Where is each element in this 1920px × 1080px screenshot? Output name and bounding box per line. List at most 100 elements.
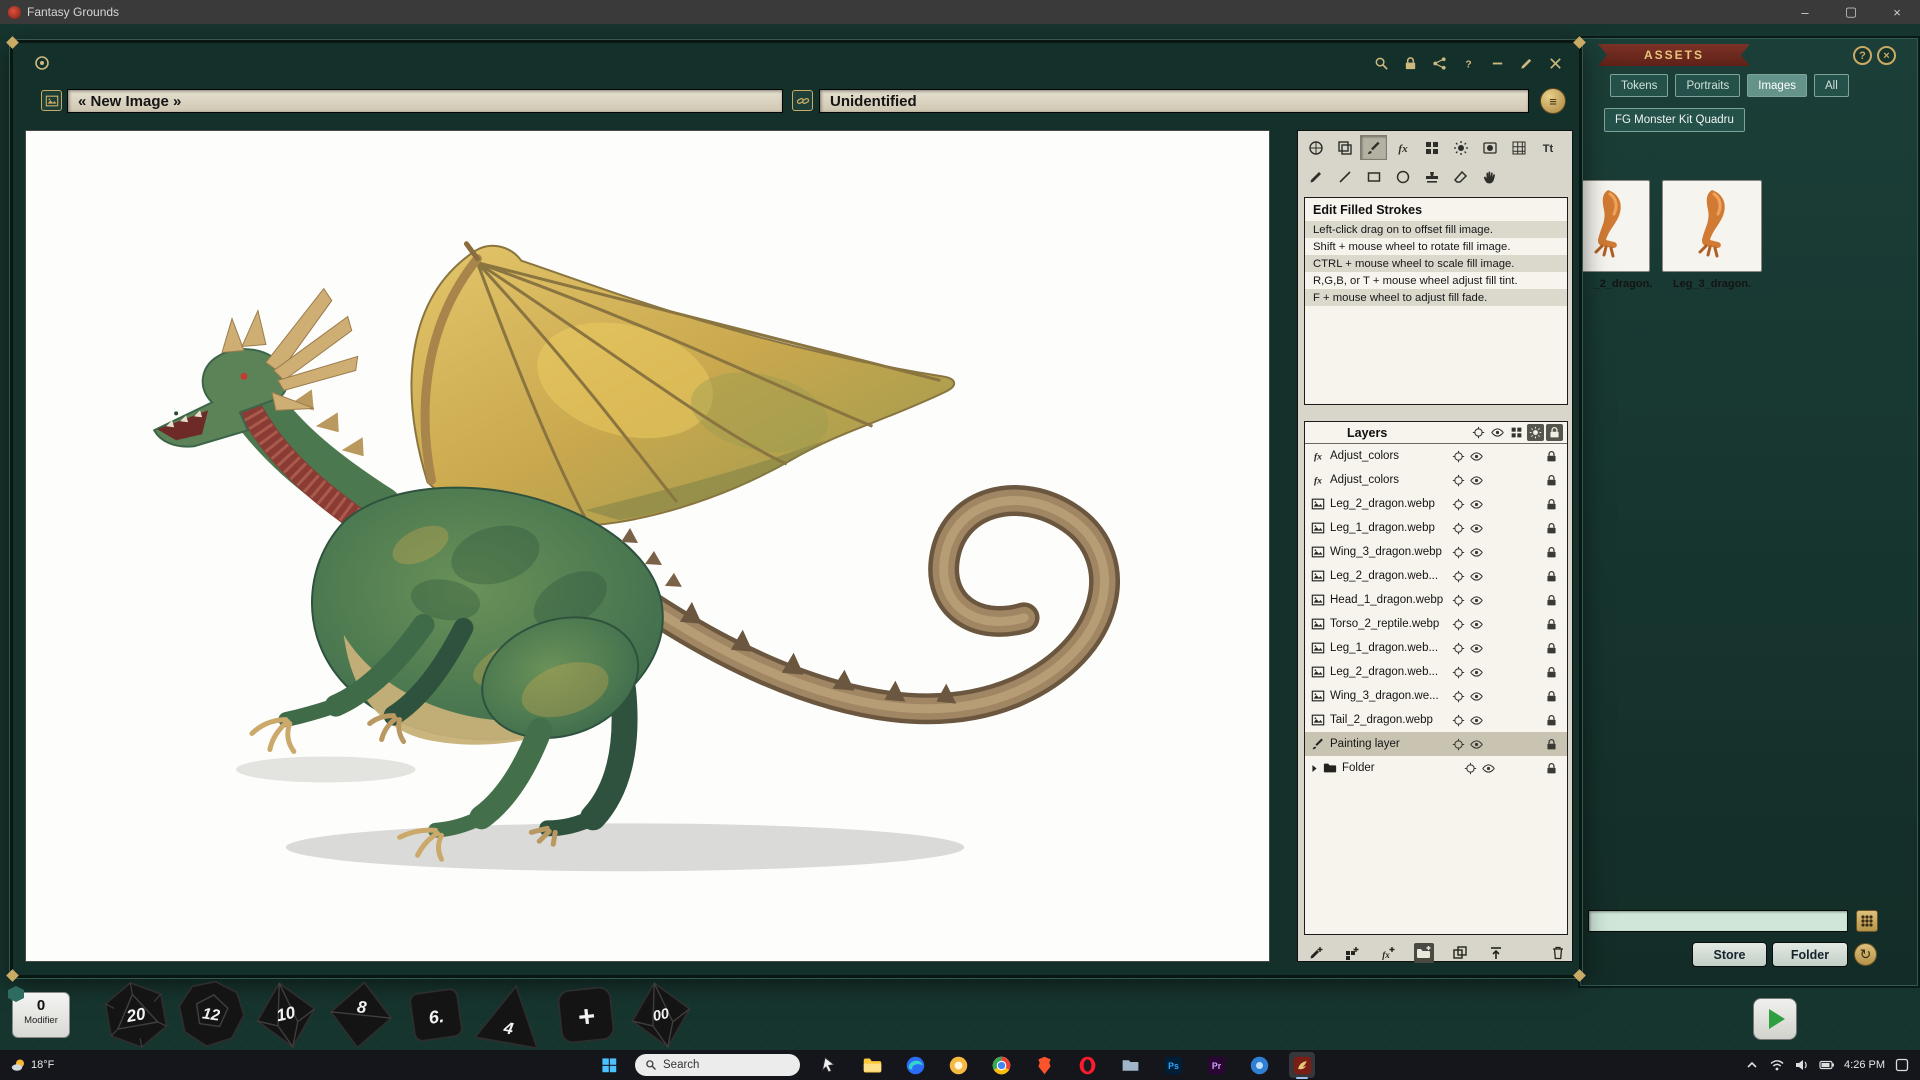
crosshair-button[interactable] — [1470, 424, 1487, 441]
layer-lock-button[interactable] — [1543, 760, 1559, 776]
layer-target-button[interactable] — [1450, 496, 1466, 512]
layer-row[interactable]: Leg_1_dragon.webp — [1305, 516, 1567, 540]
layer-row[interactable]: Leg_2_dragon.web... — [1305, 660, 1567, 684]
taskbar-app-browser-orange[interactable] — [945, 1052, 971, 1078]
layer-visibility-button[interactable] — [1468, 472, 1484, 488]
die-d10[interactable]: 10 — [250, 979, 322, 1051]
brightness-button[interactable] — [1447, 135, 1474, 160]
lock-button[interactable] — [1546, 424, 1563, 441]
weather-widget[interactable]: 18°F — [10, 1050, 54, 1080]
layer-target-button[interactable] — [1450, 664, 1466, 680]
assets-tab-all[interactable]: All — [1814, 74, 1849, 97]
store-button[interactable]: Store — [1692, 942, 1767, 967]
launch-button[interactable] — [1753, 998, 1797, 1040]
expand-icon[interactable] — [1309, 763, 1320, 774]
assets-close-button[interactable]: × — [1877, 46, 1896, 65]
assets-tab-images[interactable]: Images — [1747, 74, 1807, 97]
layer-row[interactable]: fx Adjust_colors — [1305, 444, 1567, 468]
pencil-button[interactable] — [1302, 164, 1329, 189]
radial-menu-button[interactable] — [1856, 910, 1878, 932]
grid-button[interactable] — [1505, 135, 1532, 160]
layer-row[interactable]: Leg_2_dragon.webp — [1305, 492, 1567, 516]
raise-button[interactable] — [1486, 943, 1506, 963]
layer-visibility-button[interactable] — [1468, 496, 1484, 512]
line-button[interactable] — [1331, 164, 1358, 189]
image-field-button[interactable] — [41, 90, 62, 111]
die-d20[interactable]: 20 — [100, 979, 172, 1051]
close-button[interactable]: × — [1874, 0, 1920, 24]
die-d100[interactable]: 00 — [625, 979, 697, 1051]
edit-button[interactable] — [1516, 53, 1536, 73]
taskbar-app-fantasy-grounds[interactable] — [1289, 1052, 1315, 1078]
fx-button[interactable]: fx — [1389, 135, 1416, 160]
layer-row[interactable]: Wing_3_dragon.we... — [1305, 684, 1567, 708]
layer-target-button[interactable] — [1450, 472, 1466, 488]
layer-visibility-button[interactable] — [1468, 568, 1484, 584]
die-d6[interactable]: 6. — [400, 979, 472, 1051]
lock-button[interactable] — [1400, 53, 1420, 73]
rectangle-button[interactable] — [1360, 164, 1387, 189]
layer-lock-button[interactable] — [1543, 712, 1559, 728]
layer-row[interactable]: Wing_3_dragon.webp — [1305, 540, 1567, 564]
taskbar-app-app-blue[interactable] — [1246, 1052, 1272, 1078]
battery-icon[interactable] — [1819, 1057, 1835, 1073]
paintbrush-button[interactable] — [1360, 135, 1387, 160]
taskbar-app-photoshop[interactable]: Ps — [1160, 1052, 1186, 1078]
zoom-button[interactable] — [1371, 53, 1391, 73]
layer-target-button[interactable] — [1450, 544, 1466, 560]
layers-button[interactable] — [1331, 135, 1358, 160]
layer-target-button[interactable] — [1462, 760, 1478, 776]
modifier-box[interactable]: 0 Modifier — [12, 992, 70, 1038]
layer-target-button[interactable] — [1450, 736, 1466, 752]
layer-lock-button[interactable] — [1543, 472, 1559, 488]
layer-visibility-button[interactable] — [1468, 640, 1484, 656]
share-button[interactable] — [1429, 53, 1449, 73]
taskbar-app-cursor[interactable] — [816, 1052, 842, 1078]
clock[interactable]: 4:26 PM — [1844, 1059, 1885, 1071]
new-folder-button[interactable] — [1414, 943, 1434, 963]
assets-help-button[interactable]: ? — [1853, 46, 1872, 65]
tiles-button[interactable] — [1508, 424, 1525, 441]
link-field-button[interactable] — [792, 90, 813, 111]
layer-visibility-button[interactable] — [1468, 712, 1484, 728]
die-d8[interactable]: 8 — [325, 979, 397, 1051]
image-name-field[interactable]: « New Image » — [67, 89, 783, 113]
folder-button[interactable]: Folder — [1772, 942, 1848, 967]
layer-lock-button[interactable] — [1543, 592, 1559, 608]
layer-target-button[interactable] — [1450, 640, 1466, 656]
wifi-icon[interactable] — [1769, 1057, 1785, 1073]
layer-row[interactable]: Head_1_dragon.webp — [1305, 588, 1567, 612]
chevron-up-icon[interactable] — [1744, 1057, 1760, 1073]
assets-tab-portraits[interactable]: Portraits — [1675, 74, 1740, 97]
add-fx-button[interactable]: fx — [1378, 943, 1398, 963]
layer-target-button[interactable] — [1450, 616, 1466, 632]
layer-lock-button[interactable] — [1543, 688, 1559, 704]
layer-row[interactable]: Tail_2_dragon.webp — [1305, 708, 1567, 732]
eraser-button[interactable] — [1447, 164, 1474, 189]
layer-row[interactable]: Torso_2_reptile.webp — [1305, 612, 1567, 636]
layer-lock-button[interactable] — [1543, 616, 1559, 632]
layer-row[interactable]: Leg_2_dragon.web... — [1305, 564, 1567, 588]
eye-button[interactable] — [1489, 424, 1506, 441]
tiles-button[interactable] — [1418, 135, 1445, 160]
die-plus[interactable]: + — [550, 979, 622, 1051]
maximize-button[interactable]: ▢ — [1828, 0, 1874, 24]
layer-row[interactable]: fx Adjust_colors — [1305, 468, 1567, 492]
volume-icon[interactable] — [1794, 1057, 1810, 1073]
stamp-button[interactable] — [1418, 164, 1445, 189]
layer-visibility-button[interactable] — [1468, 448, 1484, 464]
notifications-icon[interactable] — [1894, 1057, 1910, 1073]
taskbar-app-premiere[interactable]: Pr — [1203, 1052, 1229, 1078]
die-d12[interactable]: 12 — [175, 979, 247, 1051]
layer-visibility-button[interactable] — [1468, 736, 1484, 752]
compass-button[interactable] — [1302, 135, 1329, 160]
assets-tab-tokens[interactable]: Tokens — [1610, 74, 1668, 97]
layer-visibility-button[interactable] — [1468, 664, 1484, 680]
layer-visibility-button[interactable] — [1468, 688, 1484, 704]
layer-lock-button[interactable] — [1543, 640, 1559, 656]
delete-button[interactable] — [1548, 943, 1568, 963]
taskbar-app-edge[interactable] — [902, 1052, 928, 1078]
duplicate-button[interactable] — [1450, 943, 1470, 963]
text-button[interactable]: Tt — [1534, 135, 1561, 160]
layer-visibility-button[interactable] — [1468, 616, 1484, 632]
